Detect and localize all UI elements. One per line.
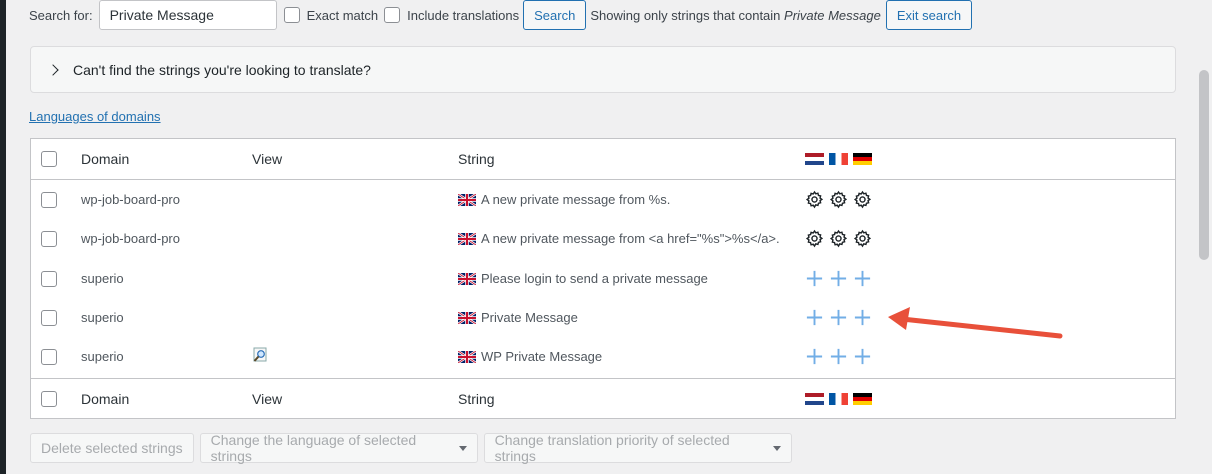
add-translation-icon[interactable]: [853, 347, 872, 366]
row-translation-status: [805, 269, 872, 288]
search-button[interactable]: Search: [523, 0, 587, 30]
row-domain: wp-job-board-pro: [81, 192, 180, 207]
row-string-text: A new private message from %s.: [481, 192, 671, 207]
search-label: Search for:: [29, 7, 93, 23]
caret-down-icon: [772, 445, 781, 451]
row-string-text: Please login to send a private message: [481, 271, 708, 286]
header-languages: [805, 153, 872, 165]
add-translation-icon[interactable]: [829, 269, 848, 288]
flag-nl-icon: [805, 153, 824, 165]
search-row: Search for: Exact match Include translat…: [29, 0, 973, 30]
footer-languages: [805, 393, 872, 405]
flag-en-icon: [458, 232, 476, 245]
row-domain: superio: [81, 349, 124, 364]
row-domain: superio: [81, 310, 124, 325]
footer-domain: Domain: [81, 391, 130, 407]
gear-icon[interactable]: [853, 229, 872, 248]
select-all-checkbox-footer[interactable]: [41, 391, 57, 407]
row-string-text: Private Message: [481, 310, 578, 325]
flag-en-icon: [458, 311, 476, 324]
add-translation-icon[interactable]: [805, 308, 824, 327]
view-icon[interactable]: [252, 347, 268, 363]
row-checkbox[interactable]: [41, 191, 57, 208]
table-row: wp-job-board-pro A new private message fr…: [31, 180, 1175, 219]
table-row: wp-job-board-pro A new private message fr…: [31, 219, 1175, 258]
flag-fr-icon: [829, 393, 848, 405]
gear-icon[interactable]: [829, 229, 848, 248]
row-domain: superio: [81, 271, 124, 286]
change-priority-select[interactable]: Change translation priority of selected …: [483, 432, 792, 464]
flag-en-icon: [458, 350, 476, 363]
include-translations-option[interactable]: Include translations: [384, 7, 519, 23]
include-translations-label: Include translations: [407, 7, 520, 23]
add-translation-icon[interactable]: [853, 308, 872, 327]
row-translation-status: [805, 347, 872, 366]
header-string: String: [458, 151, 495, 167]
add-translation-icon[interactable]: [805, 269, 824, 288]
footer-view: View: [252, 391, 283, 407]
row-checkbox[interactable]: [41, 309, 57, 326]
help-notice-text: Can't find the strings you're looking to…: [73, 61, 371, 78]
footer-string: String: [458, 391, 495, 407]
row-checkbox[interactable]: [41, 230, 57, 247]
row-translation-status: [805, 229, 872, 248]
flag-en-icon: [458, 272, 476, 285]
change-priority-label: Change translation priority of selected …: [494, 432, 730, 464]
flag-nl-icon: [805, 393, 824, 405]
table-row: superio Please login to send a private me…: [31, 259, 1175, 298]
row-string-text: A new private message from <a href="%s">…: [481, 231, 780, 246]
exact-match-checkbox[interactable]: [283, 7, 300, 23]
flag-de-icon: [853, 393, 872, 405]
languages-of-domains-link[interactable]: Languages of domains: [29, 109, 161, 124]
row-string: A new private message from <a href="%s">…: [458, 231, 780, 246]
add-translation-icon[interactable]: [853, 269, 872, 288]
row-domain: wp-job-board-pro: [81, 231, 180, 246]
admin-sidebar-edge: [0, 0, 6, 474]
change-language-label: Change the language of selected strings: [210, 432, 417, 464]
gear-icon[interactable]: [853, 190, 872, 209]
chevron-right-icon: [47, 63, 59, 76]
search-input[interactable]: [98, 0, 277, 30]
row-view[interactable]: [252, 347, 268, 366]
row-checkbox[interactable]: [41, 270, 57, 287]
row-string: Please login to send a private message: [458, 271, 708, 286]
add-translation-icon[interactable]: [805, 347, 824, 366]
strings-table: Domain View String wp-job-board-pro A new…: [30, 138, 1176, 419]
search-status-term: Private Message: [784, 7, 881, 23]
flag-de-icon: [853, 153, 872, 165]
add-translation-icon[interactable]: [829, 308, 848, 327]
scrollbar-thumb[interactable]: [1199, 70, 1209, 260]
include-translations-checkbox[interactable]: [384, 7, 401, 23]
header-domain: Domain: [81, 151, 130, 167]
delete-selected-button[interactable]: Delete selected strings: [30, 433, 194, 463]
scrollbar[interactable]: [1196, 0, 1212, 474]
add-translation-icon[interactable]: [829, 347, 848, 366]
search-status: Showing only strings that contain Privat…: [590, 8, 881, 23]
select-all-checkbox[interactable]: [41, 151, 57, 167]
bulk-actions: Delete selected strings Change the langu…: [30, 432, 792, 464]
row-string: Private Message: [458, 310, 578, 325]
search-status-prefix: Showing only strings that contain: [590, 7, 781, 23]
row-string-text: WP Private Message: [481, 349, 603, 364]
table-footer: Domain View String: [31, 378, 1175, 419]
caret-down-icon: [458, 445, 467, 451]
gear-icon[interactable]: [829, 190, 848, 209]
row-string: WP Private Message: [458, 349, 602, 364]
row-checkbox[interactable]: [41, 348, 57, 365]
annotation-arrow-icon: [888, 307, 1063, 339]
gear-icon[interactable]: [805, 229, 824, 248]
row-string: A new private message from %s.: [458, 192, 670, 207]
exact-match-option[interactable]: Exact match: [283, 7, 379, 23]
header-view: View: [252, 151, 283, 167]
flag-fr-icon: [829, 153, 848, 165]
table-header: Domain View String: [31, 139, 1175, 180]
exit-search-button[interactable]: Exit search: [885, 0, 973, 30]
gear-icon[interactable]: [805, 190, 824, 209]
flag-en-icon: [458, 193, 476, 206]
change-language-select[interactable]: Change the language of selected strings: [199, 432, 478, 464]
row-translation-status: [805, 308, 872, 327]
help-notice[interactable]: Can't find the strings you're looking to…: [30, 46, 1176, 93]
row-translation-status: [805, 190, 872, 209]
exact-match-label: Exact match: [306, 7, 379, 23]
